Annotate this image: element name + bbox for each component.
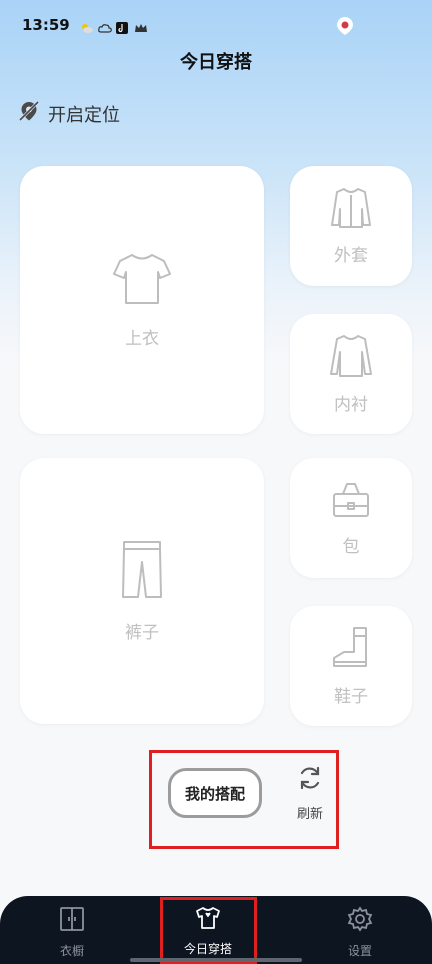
card-bag[interactable]: 包: [290, 458, 412, 578]
card-top[interactable]: 上衣: [20, 166, 264, 434]
my-match-button[interactable]: 我的搭配: [168, 768, 262, 818]
gear-icon: [347, 906, 373, 936]
boot-icon: [330, 626, 372, 674]
tshirt-icon: [112, 252, 172, 310]
card-coat-label: 外套: [334, 245, 368, 266]
card-pants[interactable]: 裤子: [20, 458, 264, 724]
tab-wardrobe-label: 衣橱: [59, 944, 84, 958]
card-inner-label: 内衬: [334, 394, 368, 415]
long-sleeve-icon: [329, 334, 373, 382]
page-title: 今日穿搭: [180, 52, 252, 73]
location-pin-icon: [336, 16, 354, 40]
location-label: 开启定位: [48, 104, 120, 126]
tab-settings[interactable]: 设置: [312, 896, 408, 964]
card-inner[interactable]: 内衬: [290, 314, 412, 434]
status-bar: 13:59: [0, 0, 432, 50]
cloud-icon: [97, 19, 112, 33]
status-icons: [80, 19, 147, 34]
tab-settings-label: 设置: [347, 944, 372, 958]
crown-icon: [134, 19, 147, 32]
status-time: 13:59: [22, 16, 70, 34]
enable-location-button[interactable]: 开启定位: [18, 100, 120, 127]
home-indicator: [130, 958, 302, 962]
card-shoes-label: 鞋子: [334, 686, 368, 707]
card-coat[interactable]: 外套: [290, 166, 412, 286]
wardrobe-icon: [59, 906, 85, 936]
refresh-label: 刷新: [296, 807, 323, 822]
card-pants-label: 裤子: [125, 622, 159, 643]
refresh-button[interactable]: 刷新: [286, 765, 334, 822]
location-off-icon: [18, 100, 40, 127]
active-tab-highlight-box: [160, 897, 257, 964]
card-bag-label: 包: [342, 536, 360, 557]
card-top-label: 上衣: [125, 328, 159, 349]
pants-icon: [120, 540, 164, 604]
tab-wardrobe[interactable]: 衣橱: [24, 896, 120, 964]
tiktok-icon: [115, 19, 128, 34]
card-shoes[interactable]: 鞋子: [290, 606, 412, 726]
coat-icon: [330, 187, 372, 233]
refresh-icon: [297, 765, 323, 795]
weather-icon: [80, 19, 93, 33]
bag-icon: [331, 480, 371, 524]
